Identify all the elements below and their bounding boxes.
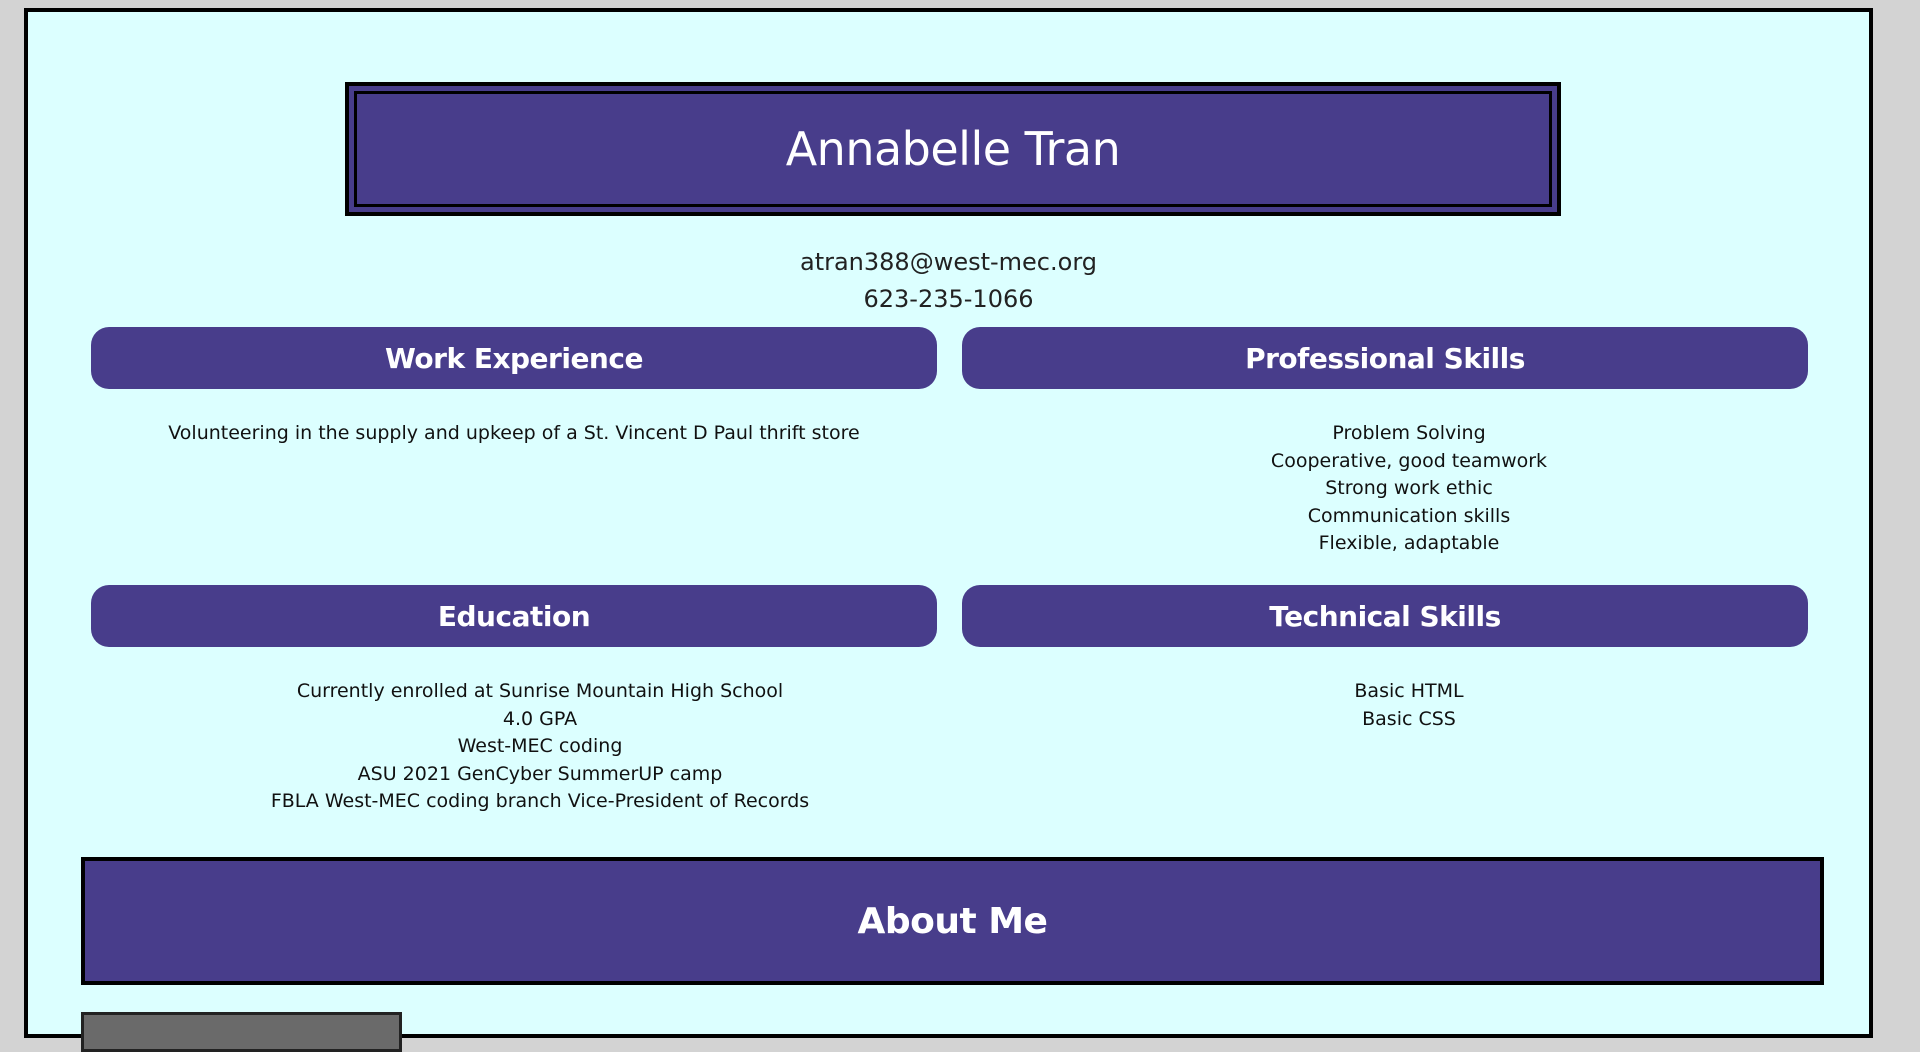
about-me-banner: About Me [81,857,1824,985]
list-item: Cooperative, good teamwork [1270,449,1548,472]
name-banner-inner-border: Annabelle Tran [354,91,1552,207]
list-item: West-MEC coding [457,735,623,757]
contact-phone: 623-235-1066 [863,285,1034,313]
section-body-professional-skills: Problem Solving Cooperative, good teamwo… [986,420,1832,558]
list-item: Flexible, adaptable [1318,532,1500,554]
name-banner: Annabelle Tran [345,82,1561,216]
list-item: Problem Solving [1332,422,1486,444]
list-item: 4.0 GPA [502,707,578,730]
list-item: Currently enrolled at Sunrise Mountain H… [296,680,784,702]
section-body-technical-skills: Basic HTML Basic CSS [986,678,1832,733]
section-body-education: Currently enrolled at Sunrise Mountain H… [117,678,963,816]
list-item: Basic HTML [1354,680,1464,702]
list-item: FBLA West-MEC coding branch Vice-Preside… [270,790,810,812]
section-body-work-experience: Volunteering in the supply and upkeep of… [91,420,937,448]
list-item: ASU 2021 GenCyber SummerUP camp [357,762,723,785]
about-me-image [81,1012,402,1052]
resume-page: Annabelle Tran atran388@west-mec.org 623… [24,8,1873,1052]
resume-name: Annabelle Tran [785,122,1121,176]
section-header-professional-skills: Professional Skills [962,327,1808,389]
list-item: Communication skills [1307,504,1511,527]
section-header-technical-skills: Technical Skills [962,585,1808,647]
section-header-education: Education [91,585,937,647]
contact-email: atran388@west-mec.org [799,248,1097,276]
list-item: Volunteering in the supply and upkeep of… [168,422,860,444]
list-item: Basic CSS [1362,707,1456,730]
list-item: Strong work ethic [1325,477,1493,499]
section-header-work-experience: Work Experience [91,327,937,389]
